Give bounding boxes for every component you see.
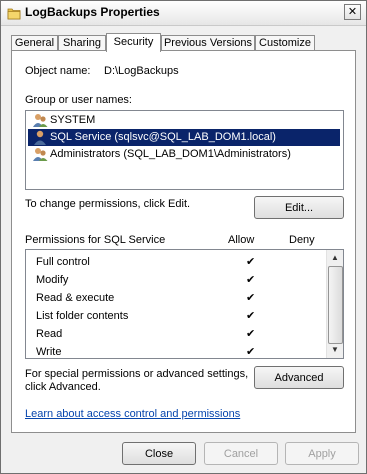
advanced-button[interactable]: Advanced	[254, 366, 344, 389]
title-bar[interactable]: LogBackups Properties ✕	[1, 1, 366, 26]
group-users-list[interactable]: SYSTEM SQL Service (sqlsvc@SQL_LAB_DOM1.…	[25, 110, 344, 190]
user-icon	[34, 130, 46, 145]
tab-general[interactable]: General	[11, 35, 58, 51]
apply-button[interactable]: Apply	[285, 442, 359, 465]
edit-button[interactable]: Edit...	[254, 196, 344, 219]
allow-check-icon: ✔	[246, 346, 256, 358]
allow-check-icon: ✔	[246, 292, 256, 304]
tab-sharing[interactable]: Sharing	[58, 35, 106, 51]
group-users-label: Group or user names:	[25, 94, 132, 106]
user-name: SQL Service (sqlsvc@SQL_LAB_DOM1.local)	[50, 131, 276, 143]
allow-check-icon: ✔	[246, 256, 256, 268]
folder-icon	[7, 8, 21, 20]
user-name: Administrators (SQL_LAB_DOM1\Administrat…	[50, 148, 291, 160]
tab-previous-versions[interactable]: Previous Versions	[161, 35, 255, 51]
object-name-value: D:\LogBackups	[104, 65, 179, 77]
list-item[interactable]: Administrators (SQL_LAB_DOM1\Administrat…	[28, 146, 340, 163]
permission-row: Modify ✔	[36, 271, 326, 289]
allow-column-header: Allow	[228, 234, 255, 246]
allow-check-icon: ✔	[246, 310, 256, 322]
permission-row: Read ✔	[36, 325, 326, 343]
scrollbar-thumb[interactable]	[328, 266, 343, 344]
properties-dialog: LogBackups Properties ✕ General Sharing …	[0, 0, 367, 474]
deny-column-header: Deny	[289, 234, 315, 246]
permission-name: Full control	[36, 256, 90, 268]
permission-name: Read & execute	[36, 292, 115, 304]
close-icon: ✕	[347, 6, 358, 18]
window-title: LogBackups Properties	[25, 5, 160, 19]
close-window-button[interactable]: ✕	[344, 4, 361, 20]
list-item-selected[interactable]: SQL Service (sqlsvc@SQL_LAB_DOM1.local)	[28, 129, 340, 146]
close-button[interactable]: Close	[122, 442, 196, 465]
users-group-icon	[33, 148, 48, 161]
user-name: SYSTEM	[50, 114, 96, 126]
permission-name: Modify	[36, 274, 69, 286]
permission-name: Write	[36, 346, 62, 358]
special-permissions-text-line2: click Advanced.	[25, 381, 101, 393]
permissions-for-label: Permissions for SQL Service	[25, 234, 166, 246]
permission-row: Full control ✔	[36, 253, 326, 271]
permissions-scrollbar[interactable]: ▲ ▼	[326, 250, 343, 358]
scroll-up-arrow-icon[interactable]: ▲	[327, 250, 343, 266]
allow-check-icon: ✔	[246, 274, 256, 286]
change-permissions-text: To change permissions, click Edit.	[25, 198, 191, 210]
cancel-button[interactable]: Cancel	[204, 442, 278, 465]
permission-name: Read	[36, 328, 63, 340]
permission-row: List folder contents ✔	[36, 307, 326, 325]
object-name-label: Object name:	[25, 65, 91, 77]
users-group-icon	[33, 114, 48, 127]
tab-customize[interactable]: Customize	[255, 35, 315, 51]
special-permissions-text-line1: For special permissions or advanced sett…	[25, 368, 249, 380]
permission-name: List folder contents	[36, 310, 129, 322]
allow-check-icon: ✔	[246, 328, 256, 340]
permission-row: Read & execute ✔	[36, 289, 326, 307]
tab-security[interactable]: Security	[106, 33, 161, 52]
scroll-down-arrow-icon[interactable]: ▼	[327, 342, 343, 358]
list-item[interactable]: SYSTEM	[28, 112, 340, 129]
permissions-list: Full control ✔ Modify ✔ Read & execute ✔…	[25, 249, 344, 359]
learn-permissions-link[interactable]: Learn about access control and permissio…	[25, 408, 240, 420]
permission-row: Write ✔	[36, 343, 326, 358]
